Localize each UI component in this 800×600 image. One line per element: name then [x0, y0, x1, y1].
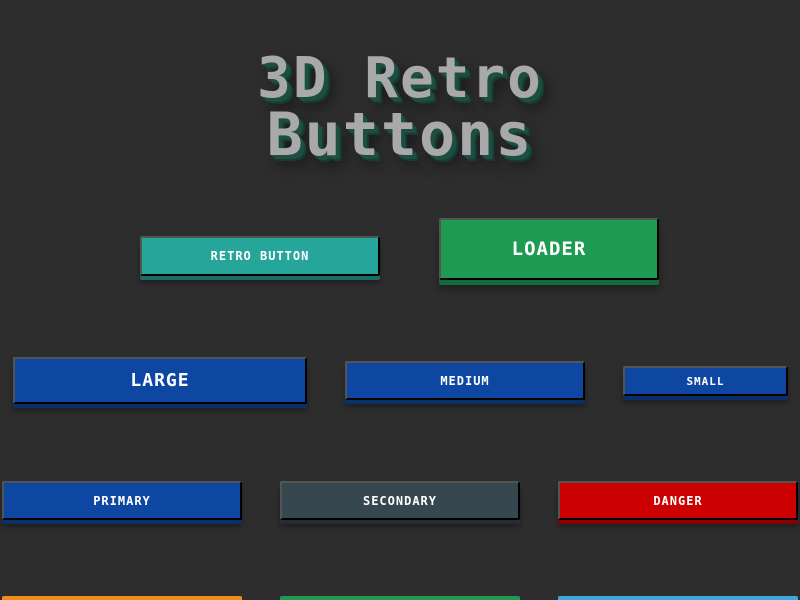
danger-button[interactable]: Danger	[558, 481, 798, 520]
medium-button[interactable]: Medium	[345, 361, 585, 400]
partial-orange-button[interactable]	[2, 596, 242, 600]
partial-green-button[interactable]	[280, 596, 520, 600]
secondary-button[interactable]: Secondary	[280, 481, 520, 520]
page-title: 3D Retro Buttons	[0, 49, 800, 171]
partial-light-blue-button[interactable]	[558, 596, 798, 600]
page-title-line-2: Buttons	[266, 100, 534, 171]
small-button[interactable]: Small	[623, 366, 788, 396]
primary-button[interactable]: Primary	[2, 481, 242, 520]
large-button[interactable]: Large	[13, 357, 307, 404]
loader-button[interactable]: Loader	[439, 218, 659, 280]
retro-button[interactable]: Retro Button	[140, 236, 380, 276]
